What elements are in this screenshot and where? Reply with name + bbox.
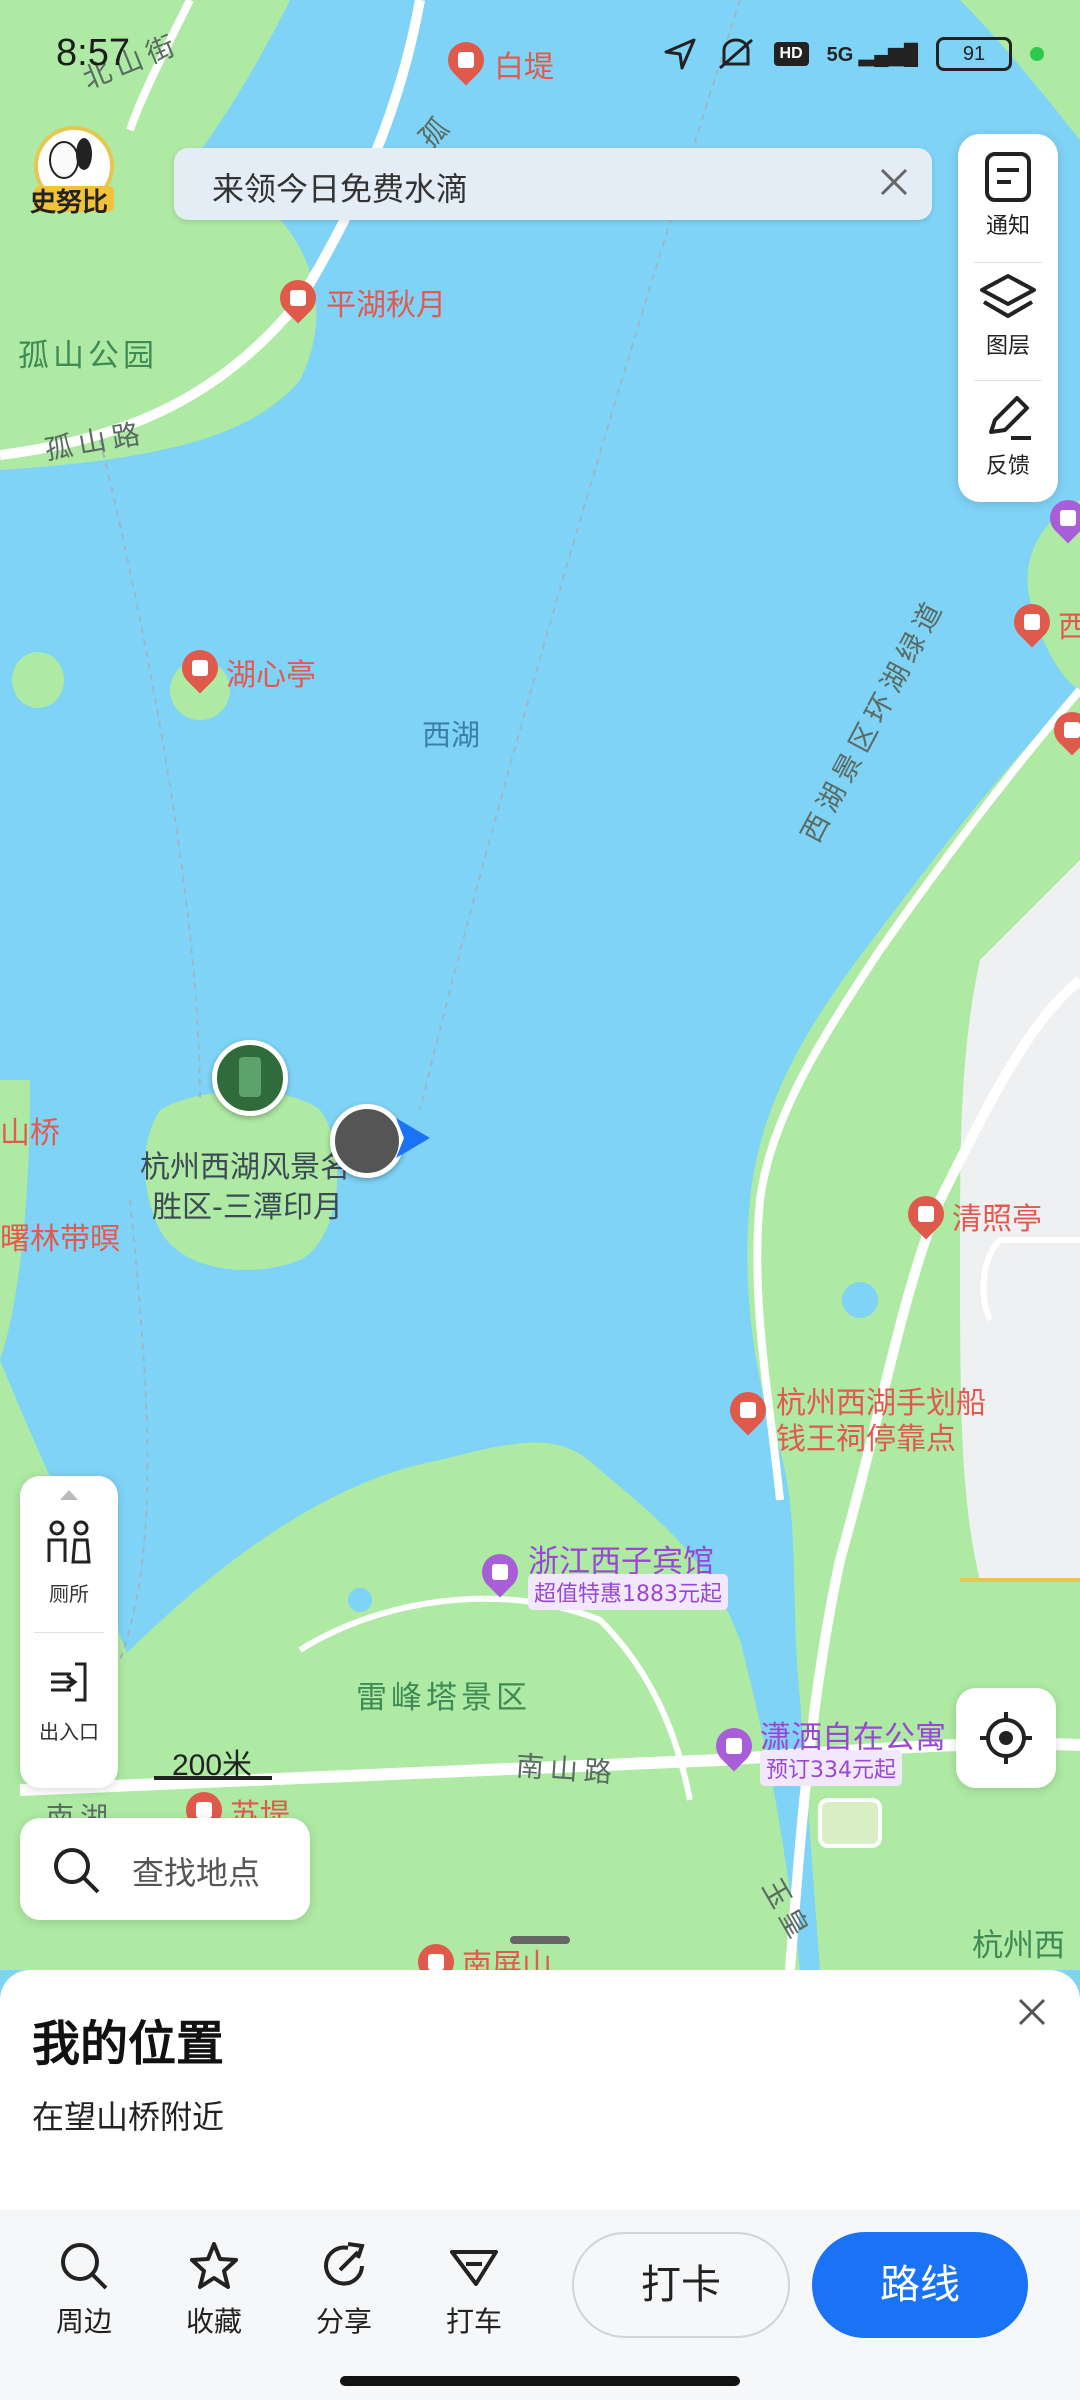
sheet-title: 我的位置 [32, 2016, 225, 2072]
search-placeholder: 查找地点 [132, 1854, 261, 1892]
map-tools-panel: 通知 图层 反馈 [958, 134, 1058, 502]
facility-toilet[interactable]: 厕所 [20, 1520, 118, 1607]
entrance-icon [51, 1662, 87, 1702]
taxi-icon [450, 2250, 498, 2286]
scale-bar [154, 1776, 272, 1780]
action-share[interactable]: 分享 [294, 2240, 394, 2340]
star-icon [190, 2242, 238, 2289]
privacy-dot-icon [1030, 47, 1044, 61]
poi-label-santan-1[interactable]: 杭州西湖风景名 [140, 1142, 350, 1186]
status-bar: 8:57 HD 5G ▂▄▆█ 91 [0, 0, 1080, 110]
action-bar: 周边 收藏 分享 打车 打卡 路线 [0, 2210, 1080, 2400]
feedback-icon [989, 396, 1031, 440]
map-canvas[interactable]: 孤山公园 孤山路 北山街 孤 西湖 西湖景区环湖绿道 雷峰塔景区 南山路 南湖 … [0, 0, 1080, 1970]
area-label-west-lake: 西湖 [422, 718, 481, 752]
sheet-handle[interactable] [510, 1936, 570, 1944]
promo-banner[interactable]: 来领今日免费水滴 [174, 148, 932, 220]
close-icon[interactable] [874, 162, 914, 202]
user-location-marker[interactable] [330, 1104, 404, 1178]
road-label-nanshan: 南山路 [514, 1749, 619, 1790]
mute-icon [718, 38, 753, 70]
status-icons: HD 5G ▂▄▆█ 91 [662, 36, 1044, 72]
scenic-photo-pin[interactable] [212, 1040, 288, 1116]
close-icon[interactable] [1014, 1994, 1050, 2030]
route-button[interactable]: 路线 [812, 2232, 1028, 2338]
signal-icon: 5G ▂▄▆█ [826, 43, 918, 66]
poi-label-qingzhao[interactable]: 清照亭 [952, 1194, 1042, 1238]
checkin-button[interactable]: 打卡 [572, 2232, 790, 2338]
action-taxi-label: 打车 [445, 2305, 502, 2338]
poi-label-hangzhou-edge-1[interactable]: 杭州西 [972, 1920, 1065, 1965]
share-icon [324, 2242, 365, 2286]
action-favorite-label: 收藏 [185, 2305, 242, 2338]
facilities-panel: 厕所 出入口 [20, 1476, 118, 1788]
tool-notice[interactable]: 通知 [958, 150, 1058, 240]
tool-feedback[interactable]: 反馈 [958, 390, 1058, 480]
poi-label-boat-2[interactable]: 钱王祠停靠点 [776, 1414, 956, 1458]
crosshair-icon [980, 1712, 1032, 1764]
area-label-leifeng: 雷峰塔景区 [356, 1680, 531, 1716]
area-label-gushan-park: 孤山公园 [18, 338, 158, 374]
mascot-label: 史努比 [30, 188, 109, 218]
poi-label-santan-2[interactable]: 胜区-三潭印月 [152, 1182, 343, 1226]
divider [974, 262, 1042, 263]
notice-icon [985, 152, 1031, 202]
tool-layers-label: 图层 [985, 334, 1030, 359]
locate-button[interactable] [956, 1688, 1056, 1788]
search-icon [54, 1848, 100, 1894]
facility-entrance[interactable]: 出入口 [20, 1658, 118, 1745]
facility-toilet-label: 厕所 [49, 1582, 89, 1606]
action-share-label: 分享 [315, 2305, 372, 2338]
facility-entrance-label: 出入口 [39, 1720, 99, 1744]
status-time: 8:57 [56, 32, 130, 74]
search-icon [61, 2243, 108, 2290]
divider [34, 1632, 104, 1633]
poi-label-huxinting[interactable]: 湖心亭 [226, 650, 316, 694]
action-favorite[interactable]: 收藏 [164, 2240, 264, 2340]
banner-text: 来领今日免费水滴 [212, 170, 469, 208]
deal-badge: 超值特惠1883元起 [528, 1574, 728, 1610]
map-scale: 200米 [154, 1740, 272, 1782]
mascot-avatar[interactable]: 史努比 [24, 120, 124, 220]
heading-arrow-icon [396, 1118, 430, 1158]
poi-label-xi-edge[interactable]: 西 [1058, 602, 1080, 646]
chevron-up-icon[interactable] [60, 1490, 78, 1500]
search-bar[interactable]: 查找地点 [20, 1818, 310, 1920]
sheet-subtitle: 在望山桥附近 [32, 2098, 225, 2136]
tool-notice-label: 通知 [985, 214, 1030, 239]
action-nearby[interactable]: 周边 [34, 2240, 134, 2340]
poi-label-shuguang[interactable]: 曙林带暝 [0, 1214, 120, 1258]
home-indicator[interactable] [340, 2376, 740, 2386]
action-nearby-label: 周边 [55, 2305, 112, 2338]
divider [974, 380, 1042, 381]
poi-label-pinghu[interactable]: 平湖秋月 [326, 280, 446, 324]
location-arrow-icon [664, 38, 696, 70]
action-taxi[interactable]: 打车 [424, 2240, 524, 2340]
network-type: 5G [826, 43, 854, 66]
toilet-icon [47, 1520, 91, 1564]
tool-layers[interactable]: 图层 [958, 270, 1058, 360]
deal-badge: 预订334元起 [760, 1750, 902, 1786]
layers-icon [980, 274, 1036, 318]
tool-feedback-label: 反馈 [985, 454, 1030, 479]
poi-label-nanping[interactable]: 南屏山 [462, 1940, 552, 1970]
hd-badge: HD [773, 42, 809, 66]
map-base [0, 0, 1080, 1970]
battery-icon: 91 [936, 37, 1012, 71]
poi-label-bridge[interactable]: 山桥 [0, 1108, 60, 1152]
